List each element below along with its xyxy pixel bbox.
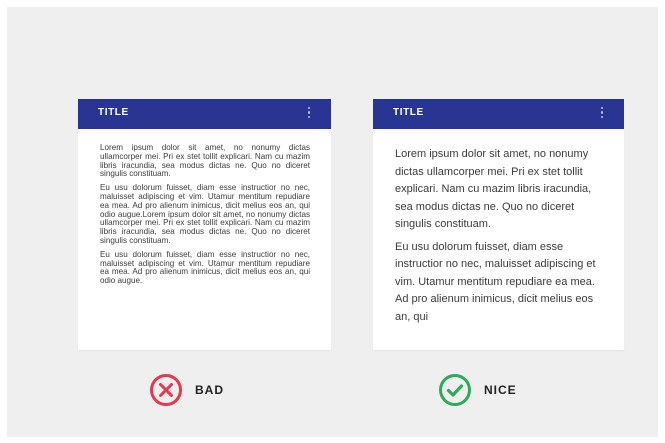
card-header: TITLE <box>373 99 624 129</box>
verdict-label: BAD <box>195 383 224 397</box>
paragraph: Eu usu dolorum fuisset, diam esse instru… <box>100 183 310 245</box>
canvas: TITLE Lorem ipsum dolor sit amet, no non… <box>7 7 658 437</box>
card-body-text: Lorem ipsum dolor sit amet, no nonumy di… <box>100 143 310 291</box>
card-header: TITLE <box>78 99 331 129</box>
card-title: TITLE <box>393 107 424 118</box>
x-circle-icon <box>150 374 182 406</box>
card-title: TITLE <box>98 107 129 118</box>
check-circle-icon <box>439 374 471 406</box>
paragraph: Eu usu dolorum fuisset, diam esse instru… <box>100 249 310 286</box>
card-body-text: Lorem ipsum dolor sit amet, no nonumy di… <box>395 146 605 336</box>
paragraph: Eu usu dolorum fuisset, diam esse instru… <box>395 240 596 323</box>
card-bad-example: TITLE Lorem ipsum dolor sit amet, no non… <box>78 99 331 350</box>
verdict-label: NICE <box>484 383 517 397</box>
paragraph: Lorem ipsum dolor sit amet, no nonumy di… <box>395 148 592 230</box>
more-vert-icon[interactable] <box>307 107 311 121</box>
paragraph: Lorem ipsum dolor sit amet, no nonumy di… <box>100 143 310 179</box>
card-nice-example: TITLE Lorem ipsum dolor sit amet, no non… <box>373 99 624 350</box>
more-vert-icon[interactable] <box>600 107 604 121</box>
